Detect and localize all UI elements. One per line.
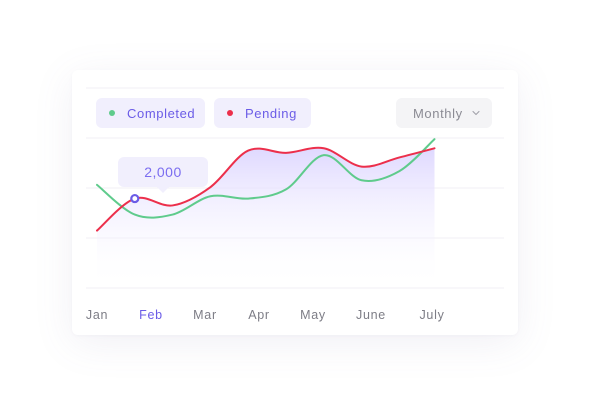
x-tick-label[interactable]: Mar <box>193 308 217 322</box>
tooltip-arrow-icon <box>157 187 169 193</box>
highlight-point[interactable] <box>130 193 140 204</box>
data-points <box>130 193 140 204</box>
x-tick-label[interactable]: July <box>419 308 444 322</box>
value-tooltip: 2,000 <box>118 157 208 187</box>
line-chart <box>86 87 504 290</box>
x-tick-label[interactable]: Feb <box>139 308 163 322</box>
x-tick-label[interactable]: May <box>300 308 326 322</box>
tooltip-value: 2,000 <box>144 164 182 180</box>
x-tick-label[interactable]: Jan <box>86 308 108 322</box>
x-tick-label[interactable]: Apr <box>248 308 270 322</box>
x-tick-label[interactable]: June <box>356 308 386 322</box>
